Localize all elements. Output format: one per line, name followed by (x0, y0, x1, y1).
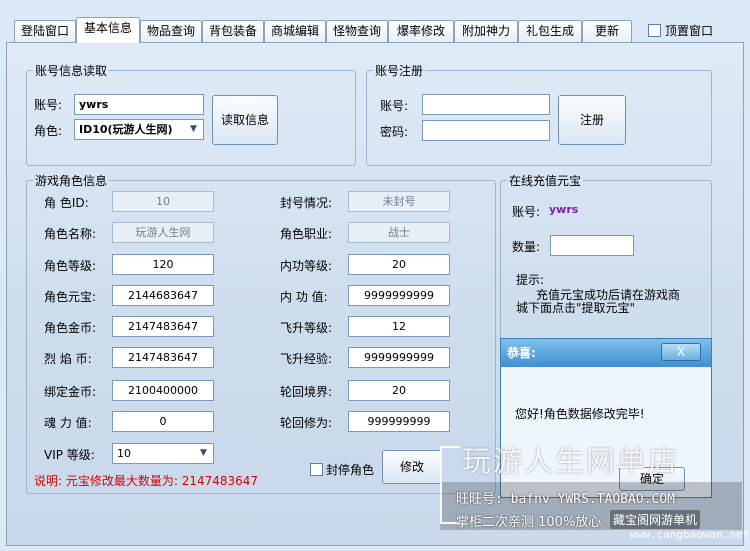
role-left-field-2[interactable]: 120 (112, 254, 214, 275)
role-left-field-0: 10 (112, 191, 214, 212)
role-right-field-0: 未封号 (348, 191, 450, 212)
ban-role-checkbox[interactable] (310, 463, 323, 476)
role-left-field-1: 玩游人生网 (112, 222, 214, 243)
role-right-label-6: 轮回境界: (280, 385, 333, 399)
recharge-amount-input[interactable] (550, 235, 634, 256)
role-right-label-3: 内 功 值: (280, 290, 328, 304)
role-right-field-6[interactable]: 20 (348, 380, 450, 401)
account-register-legend: 账号注册 (375, 64, 424, 78)
recharge-legend: 在线充值元宝 (509, 174, 582, 188)
tab-extra-power[interactable]: 附加神力 (454, 20, 518, 42)
role-left-label-7: 魂 力 值: (44, 416, 92, 430)
recharge-hint-line2: 城下面点击"提取元宝" (516, 301, 636, 315)
tab-mall-edit[interactable]: 商城编辑 (264, 20, 326, 42)
role-left-label-5: 烈 焰 币: (44, 352, 92, 366)
vip-level-label: VIP 等级: (44, 448, 95, 462)
register-account-label: 账号: (380, 99, 409, 113)
role-left-label-4: 角色金币: (44, 321, 97, 335)
role-right-label-5: 飞升经验: (280, 352, 333, 366)
role-right-field-1: 战士 (348, 222, 450, 243)
register-password-input[interactable] (422, 120, 550, 141)
vip-level-value: 10 (117, 447, 131, 460)
register-password-label: 密码: (380, 125, 409, 139)
role-right-field-2[interactable]: 20 (348, 254, 450, 275)
chevron-down-icon[interactable]: ▼ (196, 446, 211, 461)
account-label: 账号: (34, 98, 63, 112)
recharge-account-label: 账号: (512, 205, 541, 219)
topmost-checkbox[interactable] (648, 23, 661, 37)
role-left-field-3[interactable]: 2144683647 (112, 285, 214, 306)
role-left-field-7[interactable]: 0 (112, 411, 214, 432)
ban-role-label: 封停角色 (326, 463, 375, 477)
role-right-field-4[interactable]: 12 (348, 316, 450, 337)
recharge-amount-label: 数量: (512, 240, 541, 254)
watermark-site: www.cangbaowan.net (630, 528, 750, 541)
tab-item-query[interactable]: 物品查询 (140, 20, 202, 42)
role-right-field-7[interactable]: 999999999 (348, 411, 450, 432)
tab-monster-query[interactable]: 怪物查询 (326, 20, 388, 42)
watermark-tested: 掌柜二次亲测 100%放心 (456, 515, 602, 530)
role-left-label-2: 角色等级: (44, 259, 97, 273)
register-button[interactable]: 注册 (558, 95, 626, 145)
account-read-legend: 账号信息读取 (35, 64, 108, 78)
ban-role-toggle[interactable]: 封停角色 (310, 461, 374, 478)
watermark-logo: 藏宝阁网游单机 (610, 510, 701, 529)
role-select[interactable]: ID10(玩游人生网) ▼ (74, 119, 204, 140)
chevron-down-icon[interactable]: ▼ (186, 122, 201, 137)
role-left-label-1: 角色名称: (44, 227, 97, 241)
dialog-message: 您好!角色数据修改完毕! (515, 407, 645, 421)
yuanbao-limit-note: 说明: 元宝修改最大数量为: 2147483647 (34, 474, 259, 488)
role-right-label-7: 轮回修为: (280, 416, 333, 430)
role-right-label-1: 角色职业: (280, 227, 333, 241)
role-right-field-5[interactable]: 9999999999 (348, 347, 450, 368)
role-left-field-5[interactable]: 2147483647 (112, 347, 214, 368)
role-right-label-0: 封号情况: (280, 196, 333, 210)
tab-bag-equipment[interactable]: 背包装备 (202, 20, 264, 42)
role-left-label-6: 绑定金币: (44, 385, 97, 399)
tab-gift-generate[interactable]: 礼包生成 (518, 20, 582, 42)
role-left-field-4[interactable]: 2147483647 (112, 316, 214, 337)
close-icon[interactable]: X (661, 343, 701, 361)
tab-update[interactable]: 更新 (582, 20, 632, 42)
tab-bar: 登陆窗口 基本信息 物品查询 背包装备 商城编辑 怪物查询 爆率修改 附加神力 … (0, 0, 750, 43)
register-account-input[interactable] (422, 94, 550, 115)
recharge-account-value: ywrs (549, 203, 579, 216)
recharge-group: 在线充值元宝 (500, 172, 712, 342)
role-right-label-4: 飞升等级: (280, 321, 333, 335)
read-info-button[interactable]: 读取信息 (212, 95, 278, 145)
tab-drop-rate[interactable]: 爆率修改 (388, 20, 454, 42)
role-info-legend: 游戏角色信息 (35, 174, 108, 188)
role-left-field-6[interactable]: 2100400000 (112, 380, 214, 401)
vip-level-select[interactable]: 10 ▼ (112, 443, 214, 464)
role-right-label-2: 内功等级: (280, 259, 333, 273)
tab-login-window[interactable]: 登陆窗口 (14, 20, 76, 42)
role-right-field-3[interactable]: 9999999999 (348, 285, 450, 306)
modify-button[interactable]: 修改 (382, 450, 442, 484)
role-label: 角色: (34, 124, 63, 138)
role-select-value: ID10(玩游人生网) (79, 123, 173, 136)
topmost-toggle[interactable]: 顶置窗口 (648, 21, 713, 39)
role-left-label-3: 角色元宝: (44, 290, 97, 304)
watermark-title: 玩游人生网单店 (462, 444, 680, 478)
watermark-wangwang: 旺旺号: bafnv YWRS.TAOBAO.COM (456, 492, 676, 507)
account-input[interactable]: ywrs (74, 94, 204, 115)
role-left-label-0: 角 色ID: (44, 196, 89, 210)
tab-basic-info[interactable]: 基本信息 (76, 17, 140, 43)
topmost-label: 顶置窗口 (665, 23, 714, 38)
